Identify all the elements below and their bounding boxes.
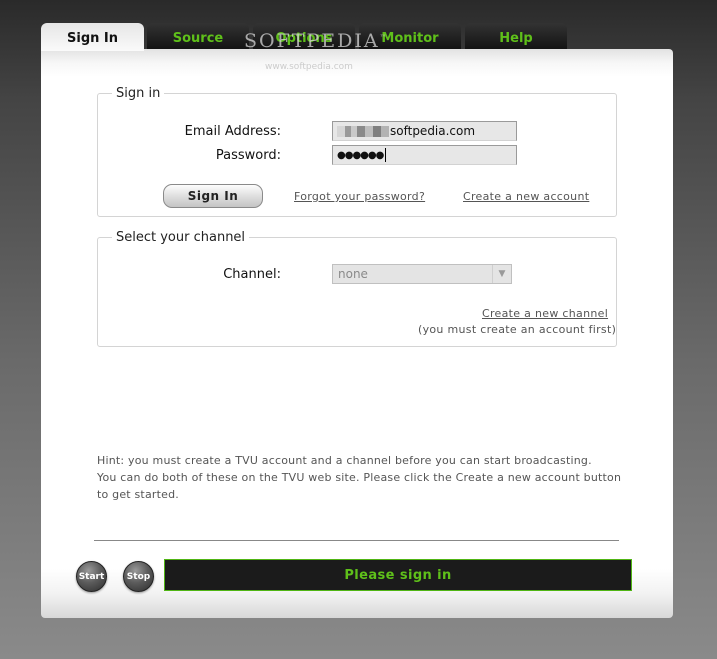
password-field[interactable]: ●●●●●● (332, 145, 517, 165)
create-account-link[interactable]: Create a new account (463, 190, 589, 203)
channel-legend: Select your channel (116, 230, 246, 245)
stop-button[interactable]: Stop (123, 561, 154, 592)
divider (94, 540, 619, 541)
email-field[interactable]: softpedia.com (332, 121, 517, 141)
chevron-down-icon[interactable]: ▼ (492, 265, 511, 283)
status-bar: Please sign in (164, 559, 632, 591)
signin-legend: Sign in (116, 86, 161, 101)
redacted-username (337, 125, 389, 137)
forgot-password-link[interactable]: Forgot your password? (294, 190, 425, 203)
password-label: Password: (215, 148, 281, 163)
text-cursor (385, 148, 387, 162)
start-button[interactable]: Start (76, 561, 107, 592)
channel-note: (you must create an account first) (418, 323, 617, 336)
sign-in-button[interactable]: Sign In (163, 184, 263, 208)
create-channel-link[interactable]: Create a new channel (482, 307, 608, 320)
hint-text: Hint: you must create a TVU account and … (97, 454, 622, 501)
email-label: Email Address: (184, 124, 281, 139)
channel-label: Channel: (223, 267, 281, 282)
channel-select[interactable]: none ▼ (332, 264, 512, 284)
